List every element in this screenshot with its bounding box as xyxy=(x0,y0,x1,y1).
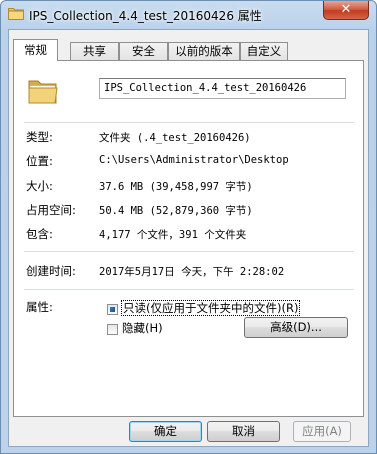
dialog-frame: 常规 共享 安全 以前的版本 自定义 IPS_Collection_4.4_te… xyxy=(8,29,369,447)
tab-label: 以前的版本 xyxy=(175,44,233,58)
tab-label: 常规 xyxy=(24,43,47,57)
size-on-disk-value: 50.4 MB (52,879,360 字节) xyxy=(99,205,253,217)
separator xyxy=(24,122,354,123)
hidden-checkbox[interactable] xyxy=(107,324,118,335)
tab-label: 共享 xyxy=(83,44,106,58)
readonly-label-text: 只读(仅应用于文件夹中的文件)(R) xyxy=(120,300,301,316)
hidden-checkbox-label[interactable]: 隐藏(H) xyxy=(122,320,163,336)
location-value: C:\Users\Administrator\Desktop xyxy=(99,154,289,166)
created-value: 2017年5月17日 今天，下午 2:28:02 xyxy=(99,266,285,278)
tab-sharing[interactable]: 共享 xyxy=(70,42,119,60)
folder-name-field[interactable]: IPS_Collection_4.4_test_20160426 xyxy=(99,78,346,99)
tab-general[interactable]: 常规 xyxy=(13,39,58,61)
readonly-checkbox[interactable] xyxy=(107,304,118,315)
folder-icon xyxy=(28,80,58,104)
created-label: 创建时间: xyxy=(26,264,76,278)
close-icon: ✕ xyxy=(340,2,352,17)
advanced-button[interactable]: 高级(D)... xyxy=(244,317,348,338)
window-title: IPS_Collection_4.4_test_20160426 属性 xyxy=(29,9,262,23)
folder-icon xyxy=(8,8,24,20)
attributes-label: 属性: xyxy=(26,300,53,314)
contains-value: 4,177 个文件，391 个文件夹 xyxy=(99,229,247,241)
readonly-checkbox-label[interactable]: 只读(仅应用于文件夹中的文件)(R) xyxy=(120,300,301,316)
type-value: 文件夹 (.4_test_20160426) xyxy=(99,132,251,144)
general-panel: IPS_Collection_4.4_test_20160426 类型: 文件夹… xyxy=(13,60,364,417)
tab-label: 自定义 xyxy=(246,44,282,58)
type-label: 类型: xyxy=(26,130,53,144)
size-label: 大小: xyxy=(26,179,53,193)
separator xyxy=(24,289,354,290)
ok-button[interactable]: 确定 xyxy=(129,421,202,442)
close-button[interactable]: ✕ xyxy=(323,1,369,20)
apply-button[interactable]: 应用(A) xyxy=(293,421,351,442)
tab-previous-versions[interactable]: 以前的版本 xyxy=(168,42,240,60)
location-label: 位置: xyxy=(26,154,53,168)
properties-window: IPS_Collection_4.4_test_20160426 属性 ✕ 常规… xyxy=(0,0,377,454)
title-bar[interactable]: IPS_Collection_4.4_test_20160426 属性 ✕ xyxy=(1,1,376,29)
cancel-button[interactable]: 取消 xyxy=(207,421,280,442)
tab-label: 安全 xyxy=(132,44,155,58)
size-value: 37.6 MB (39,458,997 字节) xyxy=(99,181,253,193)
contains-label: 包含: xyxy=(26,227,53,241)
separator xyxy=(24,251,354,252)
tab-customize[interactable]: 自定义 xyxy=(240,42,288,60)
tab-security[interactable]: 安全 xyxy=(119,42,168,60)
size-on-disk-label: 占用空间: xyxy=(26,203,76,217)
